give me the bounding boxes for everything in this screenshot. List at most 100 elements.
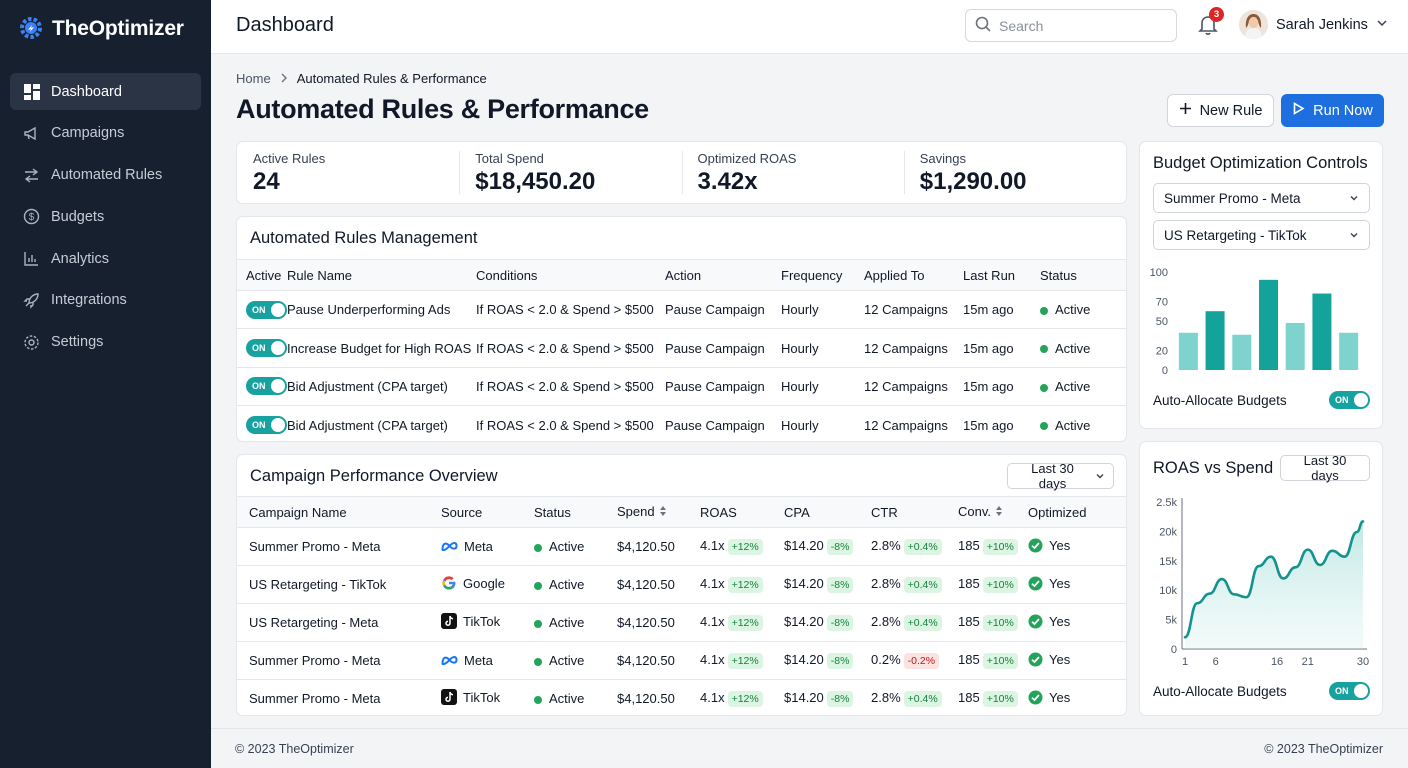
table-row[interactable]: US Retargeting - TikTok Google Active $4,12… [237, 565, 1126, 604]
sidebar-item-dashboard[interactable]: Dashboard [10, 73, 201, 110]
cpa-delta-badge: -8% [826, 576, 854, 593]
column-header[interactable]: Campaign Name [237, 496, 441, 528]
column-header: Action [665, 259, 781, 291]
check-circle-icon [1028, 538, 1043, 553]
sidebar-item-budgets[interactable]: $ Budgets [10, 198, 201, 235]
gear-icon [23, 334, 40, 351]
table-row[interactable]: US Retargeting - Meta TikTok Active $4,120.… [237, 603, 1126, 642]
budget-bar-chart: 0 20 50 70 100 [1150, 267, 1359, 377]
column-header-conv[interactable]: Conv. [958, 496, 1028, 528]
campaign-cpa: $14.20 -8% [784, 641, 871, 680]
campaign-name: US Retargeting - TikTok [237, 565, 441, 604]
roas-value: 4.1x [700, 614, 725, 630]
user-name: Sarah Jenkins [1276, 16, 1368, 33]
table-row[interactable]: ON Pause Underperforming Ads If ROAS < 2… [237, 290, 1126, 330]
optimized-value: Yes [1049, 651, 1071, 667]
x-tick-label: 1 [1182, 656, 1188, 668]
kpi-summary-card: Active Rules 24 Total Spend $18,450.20 O… [236, 141, 1127, 204]
campaign-select-2[interactable]: US Retargeting - TikTok [1153, 220, 1370, 250]
column-header[interactable]: Source [441, 496, 534, 528]
rule-action: Pause Campaign [665, 367, 781, 407]
card-title: ROAS vs Spend [1153, 459, 1274, 477]
status-text: Active [549, 691, 585, 707]
column-header[interactable]: Status [534, 496, 617, 528]
rule-active-toggle[interactable]: ON [246, 377, 287, 396]
campaign-source: Meta [441, 641, 534, 680]
status-dot [1040, 383, 1048, 392]
conv-value: 185 [958, 538, 980, 554]
chevron-right-icon [280, 71, 288, 86]
rule-active-toggle[interactable]: ON [246, 339, 287, 358]
check-circle-icon [1028, 652, 1043, 667]
roas-vs-spend-card: ROAS vs Spend Last 30 days 0 5k 10k 15k 20k 2… [1139, 441, 1383, 716]
sidebar-item-label: Settings [51, 334, 104, 351]
sidebar-item-analytics[interactable]: Analytics [10, 240, 201, 277]
table-row[interactable]: Summer Promo - Meta Meta Active $4,120.50 4.… [237, 527, 1126, 566]
table-row[interactable]: ON Bid Adjustment (CPA target) If ROAS <… [237, 406, 1126, 444]
rule-status: Active [1040, 328, 1126, 368]
rule-active-toggle[interactable]: ON [246, 416, 287, 435]
user-menu[interactable]: Sarah Jenkins [1239, 10, 1388, 39]
sort-icon[interactable] [995, 505, 1003, 520]
campaign-ctr: 0.2% -0.2% [871, 641, 958, 680]
cpa-delta-badge: -8% [826, 652, 854, 669]
rule-frequency: Hourly [781, 328, 864, 368]
conv-value: 185 [958, 652, 980, 668]
date-range-button[interactable]: Last 30 days [1280, 453, 1370, 483]
table-header-row: Active Rule Name Conditions Action Frequ… [237, 259, 1126, 291]
y-tick-label: 20 [1156, 345, 1168, 357]
run-now-button[interactable]: Run Now [1281, 94, 1384, 127]
auto-allocate-row: Auto-Allocate Budgets ON [1153, 391, 1370, 409]
sidebar-item-campaigns[interactable]: Campaigns [10, 115, 201, 152]
google-icon [441, 575, 457, 591]
cpa-value: $14.20 [784, 576, 824, 592]
sidebar-item-settings[interactable]: Settings [10, 324, 201, 361]
sidebar-item-integrations[interactable]: Integrations [10, 282, 201, 319]
breadcrumb-home[interactable]: Home [236, 71, 271, 86]
column-header-spend[interactable]: Spend [617, 496, 700, 528]
table-row[interactable]: ON Bid Adjustment (CPA target) If ROAS <… [237, 367, 1126, 407]
plus-icon [1179, 102, 1192, 119]
column-header[interactable]: ROAS [700, 496, 784, 528]
sidebar-item-automated-rules[interactable]: Automated Rules [10, 157, 201, 194]
date-range-dropdown[interactable]: Last 30 days [1007, 461, 1114, 491]
play-icon [1292, 102, 1305, 119]
roas-area-chart: 05k10k15k20k2.5k1 6 16 21 30 [1156, 497, 1369, 668]
svg-text:$: $ [29, 212, 35, 223]
table-row[interactable]: ON Increase Budget for High ROAS If ROAS… [237, 328, 1126, 368]
campaign-select-1[interactable]: Summer Promo - Meta [1153, 183, 1370, 213]
campaign-status: Active [534, 565, 617, 604]
status-text: Active [549, 539, 585, 554]
dashboard-icon [23, 83, 40, 100]
new-rule-button[interactable]: New Rule [1167, 94, 1274, 127]
table-row[interactable]: Summer Promo - Meta Meta Active $4,120.50 4.… [237, 641, 1126, 680]
sort-icon[interactable] [659, 505, 667, 520]
status-dot [1040, 422, 1048, 431]
rocket-icon [23, 292, 40, 309]
campaign-performance-card: Campaign Performance Overview Last 30 da… [236, 454, 1127, 716]
conv-value: 185 [958, 614, 980, 630]
table-header-row: Campaign Name Source Status Spend ROAS C… [237, 496, 1126, 528]
auto-allocate-toggle[interactable]: ON [1329, 391, 1370, 409]
spend-area-fill [1185, 521, 1363, 649]
column-header[interactable]: CTR [871, 496, 958, 528]
search-box[interactable] [965, 9, 1177, 42]
table-row[interactable]: Summer Promo - Meta TikTok Active $4,120.50… [237, 680, 1126, 718]
brand[interactable]: TheOptimizer [18, 14, 184, 44]
rules-table: Active Rule Name Conditions Action Frequ… [237, 259, 1126, 444]
notifications-button[interactable]: 3 [1198, 7, 1224, 36]
campaign-spend: $4,120.50 [617, 527, 700, 566]
auto-allocate-toggle[interactable]: ON [1329, 682, 1370, 700]
rule-active-toggle[interactable]: ON [246, 300, 287, 319]
logo-gear-icon [18, 15, 44, 44]
sidebar-item-label: Campaigns [51, 125, 125, 142]
cpa-delta-badge: -8% [826, 691, 854, 708]
rule-conditions: If ROAS < 2.0 & Spend > $500 [476, 290, 665, 330]
status-text: Active [549, 653, 585, 668]
x-tick-label: 6 [1213, 656, 1219, 668]
column-header[interactable]: Optimized [1028, 496, 1126, 528]
campaign-conv: 185 +10% [958, 565, 1028, 604]
x-tick-label: 21 [1302, 656, 1314, 668]
column-header[interactable]: CPA [784, 496, 871, 528]
search-input[interactable] [999, 17, 1159, 34]
